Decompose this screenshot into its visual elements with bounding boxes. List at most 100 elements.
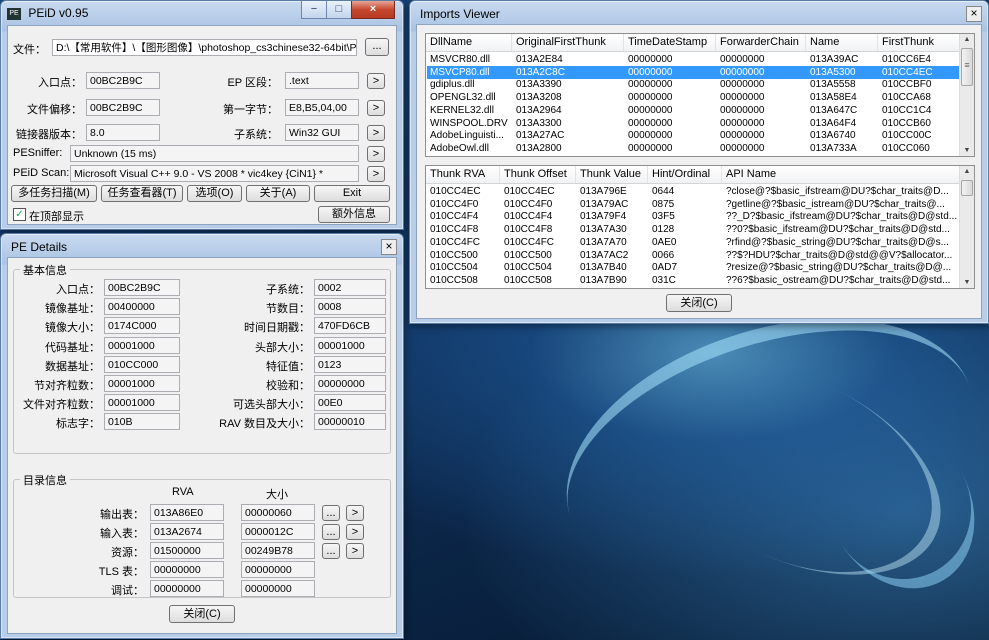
dll-row[interactable]: MSVCP80.dll 013A2C8C 00000000 00000000 013A5… [427,65,960,79]
thunk-cell: 0644 [652,186,675,197]
extra-info-button[interactable]: 额外信息 [318,206,390,223]
minimize-button[interactable]: − [301,1,327,19]
dll-cell: 013A3390 [516,79,562,91]
dll-row[interactable]: KERNEL32.dll 013A2964 00000000 00000000 013A… [427,104,960,117]
close-icon[interactable]: × [966,6,982,22]
pe-details-window: PE Details × 基本信息 入口点： 00BC2B9C 镜像基址： 00400… [0,233,404,639]
thunk-column-header[interactable]: Thunk Offset [500,166,576,183]
imports-titlebar[interactable]: Imports Viewer [416,4,982,24]
thunk-column-header[interactable]: Thunk Value [576,166,648,183]
about-button[interactable]: 关于(A) [246,185,310,202]
basic-right-value: 00000010 [314,413,386,431]
ontop-checkbox[interactable]: ✓ [13,208,26,221]
dll-cell: 00000000 [628,54,673,65]
basic-right-label: 校验和： [266,380,310,392]
dll-row[interactable]: AdobeOwl.dll 013A2800 00000000 00000000 013A… [427,142,960,155]
dll-row[interactable]: WINSPOOL.DRV 013A3300 00000000 00000000 013A… [427,117,960,130]
dll-row[interactable]: OPENGL32.dll 013A3208 00000000 00000000 013A… [427,91,960,104]
dll-column-header[interactable]: Name [806,34,878,51]
task-viewer-button[interactable]: 任务查看器(T) [101,185,183,202]
thunk-column-header[interactable]: API Name [722,166,960,183]
scroll-down-icon[interactable]: ▼ [960,279,974,286]
basic-left-value: 00001000 [104,336,180,354]
scroll-up-icon[interactable]: ▲ [960,168,974,175]
window-title: PEiD v0.95 [28,6,89,20]
thunk-row[interactable]: 010CC4FC 010CC4FC 013A7A70 0AE0 ?rfind@?$bas… [427,236,960,249]
dll-row[interactable]: gdiplus.dll 013A3390 00000000 00000000 013A5… [427,78,960,91]
thunk-row[interactable]: 010CC4F0 010CC4F0 013A79AC 0875 ?getline@?$b… [427,198,960,211]
thunk-cell: 013A7B40 [580,262,627,274]
basic-right-label: RAV 数目及大小： [219,418,310,431]
thunk-row[interactable]: 010CC4F8 010CC4F8 013A7A30 0128 ??0?$basic_i… [427,223,960,236]
linker-version-label: 链接器版本： [16,129,82,141]
thunk-cell: 010CC508 [504,274,552,286]
directory-rva-field: 00000000 [150,580,224,597]
browse-button[interactable]: ... [365,38,389,56]
imports-close-button[interactable]: 关闭(C) [666,294,732,312]
thunk-cell: 010CC4F4 [430,211,479,223]
thunk-column-header[interactable]: Thunk RVA [426,166,500,183]
directory-detail-button[interactable]: ... [322,505,340,521]
maximize-button[interactable]: □ [326,1,352,19]
basic-right-value: 00001000 [314,336,386,354]
first-bytes-button[interactable]: > [367,100,385,116]
dll-list-scrollbar[interactable]: ▲ ≡ ▼ [959,34,974,156]
pe-details-titlebar[interactable]: PE Details [7,237,397,257]
close-icon[interactable]: × [381,239,397,255]
dll-cell: 010CCA68 [882,92,931,104]
scroll-thumb[interactable]: ≡ [961,48,973,86]
file-path-field[interactable]: D:\【常用软件】\【图形图像】\photoshop_cs3chinese32-… [52,39,357,56]
thunk-cell: ?getline@?$basic_istream@DU?$char_traits… [726,198,945,210]
dll-column-header[interactable]: TimeDateStamp [624,34,716,51]
scroll-up-icon[interactable]: ▲ [960,36,974,43]
directory-goto-button[interactable]: > [346,543,364,559]
dll-column-header[interactable]: OriginalFirstThunk [512,34,624,51]
directory-goto-button[interactable]: > [346,524,364,540]
dll-list[interactable]: DllName OriginalFirstThunk TimeDateStamp Fo… [425,33,975,157]
close-button[interactable]: × [351,1,395,19]
options-button[interactable]: 选项(O) [187,185,242,202]
dll-column-header[interactable]: ForwarderChain [716,34,806,51]
directory-detail-button[interactable]: ... [322,543,340,559]
ep-section-button[interactable]: > [367,73,385,89]
directory-goto-button[interactable]: > [346,505,364,521]
dll-cell: 00000000 [720,79,765,91]
grip-icon: ≡ [964,60,970,70]
pe-details-client-area: 基本信息 入口点： 00BC2B9C 镜像基址： 00400000 镜像大小： 0174C… [7,257,397,634]
thunk-cell: 0AE0 [652,236,677,248]
thunk-list[interactable]: Thunk RVA Thunk Offset Thunk Value Hint/Ord… [425,165,975,289]
thunk-row[interactable]: 010CC500 010CC500 013A7AC2 0066 ??$?HDU?$cha… [427,249,960,262]
thunk-row[interactable]: 010CC4F4 010CC4F4 013A79F4 03F5 ??_D?$basic_… [427,210,960,223]
multi-scan-button[interactable]: 多任务扫描(M) [11,185,97,202]
scroll-down-icon[interactable]: ▼ [960,147,974,154]
dll-column-header[interactable]: FirstThunk [878,34,960,51]
dll-column-header[interactable]: DllName [426,34,512,51]
thunk-column-header[interactable]: Hint/Ordinal [648,166,722,183]
directory-label: 资源： [111,547,144,559]
entry-point-label: 入口点： [38,77,82,89]
thunk-row[interactable]: 010CC508 010CC508 013A7B90 031C ??6?$basic_o… [427,274,960,287]
directory-detail-button[interactable]: ... [322,524,340,540]
exit-button[interactable]: Exit [314,185,390,202]
dll-row[interactable]: AdobeLinguisti... 013A27AC 00000000 0000000… [427,129,960,142]
dll-cell: 010CC4EC [882,66,933,78]
thunk-cell: 010CC4EC [504,186,555,197]
thunk-row[interactable]: 010CC504 010CC504 013A7B40 0AD7 ?resize@?$ba… [427,261,960,274]
dll-cell: 013A39AC [810,54,859,65]
thunk-row[interactable]: 010CC4EC 010CC4EC 013A796E 0644 ?close@?$bas… [427,185,960,198]
dll-cell: WINSPOOL.DRV [430,117,508,129]
peid-client-area: 文件： D:\【常用软件】\【图形图像】\photoshop_cs3chines… [7,25,397,225]
pesniffer-button[interactable]: > [367,146,385,162]
subsystem-field: Win32 GUI [285,124,359,141]
dll-cell: 00000000 [628,79,673,91]
subsystem-button[interactable]: > [367,125,385,141]
ep-section-field: .text [285,72,359,89]
pe-details-close-button[interactable]: 关闭(C) [169,605,235,623]
thunk-cell: 010CC4F8 [430,224,479,236]
dll-row[interactable]: MSVCR80.dll 013A2E84 00000000 00000000 013A3… [427,53,960,66]
scan-result-button[interactable]: > [367,166,385,182]
thunk-cell: ?resize@?$basic_string@DU?$char_traits@D… [726,262,952,274]
thunk-list-scrollbar[interactable]: ▲ ▼ [959,166,974,288]
entry-point-field: 00BC2B9C [86,72,160,89]
scroll-thumb[interactable] [961,180,973,196]
